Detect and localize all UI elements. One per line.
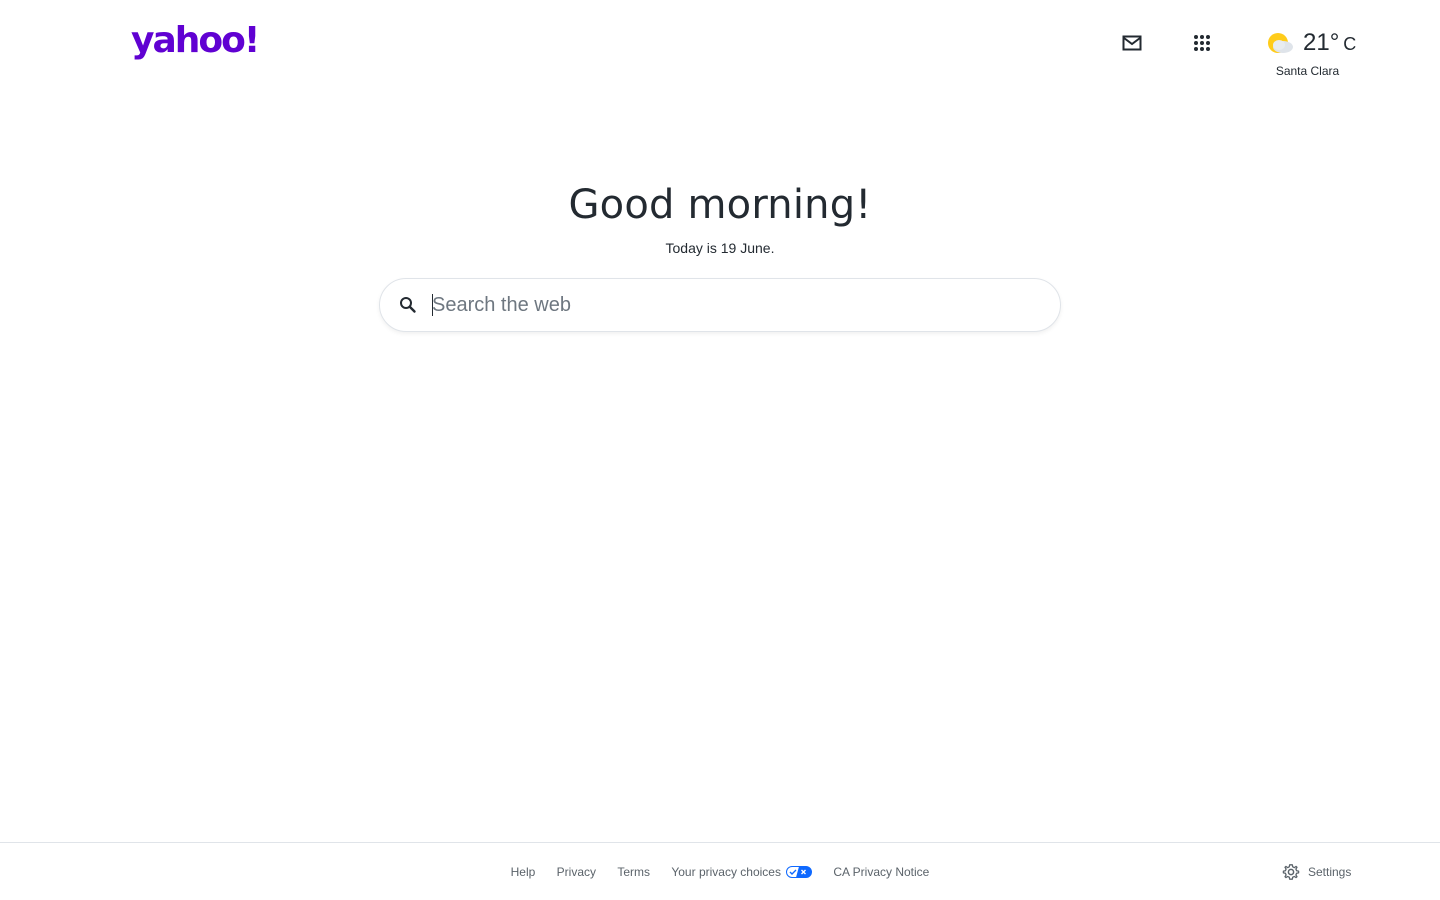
- apps-button[interactable]: [1184, 25, 1220, 61]
- yahoo-logo[interactable]: yahoo!: [131, 21, 260, 61]
- settings-button[interactable]: Settings: [1282, 863, 1351, 881]
- partly-cloudy-icon: [1268, 33, 1293, 53]
- yahoo-home-page: yahoo! 21° C Santa Clara Good morning! To…: [0, 0, 1440, 900]
- mail-button[interactable]: [1114, 25, 1150, 61]
- footer-link-ca-privacy[interactable]: CA Privacy Notice: [833, 864, 929, 880]
- temperature-value: 21°: [1303, 29, 1340, 56]
- search-input[interactable]: [432, 289, 1032, 321]
- settings-label: Settings: [1308, 865, 1352, 879]
- footer-links: Help Privacy Terms Your privacy choices …: [0, 864, 1440, 880]
- mail-icon: [1122, 35, 1142, 51]
- footer-link-terms[interactable]: Terms: [617, 864, 650, 880]
- footer-link-privacy[interactable]: Privacy: [557, 864, 596, 880]
- greeting-heading: Good morning!: [568, 182, 872, 228]
- weather-temperature: 21° C: [1303, 28, 1356, 59]
- date-line: Today is 19 June.: [665, 240, 775, 256]
- search-box[interactable]: [379, 278, 1061, 332]
- gear-icon: [1282, 864, 1300, 880]
- footer-link-privacy-choices[interactable]: Your privacy choices: [671, 864, 812, 880]
- footer: Help Privacy Terms Your privacy choices …: [0, 842, 1440, 900]
- privacy-choices-icon: [785, 866, 812, 878]
- search-icon[interactable]: [398, 295, 418, 315]
- weather-widget[interactable]: 21° C Santa Clara: [1260, 26, 1356, 82]
- privacy-choices-label: Your privacy choices: [671, 865, 781, 879]
- footer-link-help[interactable]: Help: [511, 864, 536, 880]
- temperature-unit: C: [1343, 34, 1357, 54]
- text-caret: [432, 294, 433, 316]
- weather-city: Santa Clara: [1275, 64, 1340, 78]
- apps-grid-icon: [1194, 35, 1210, 51]
